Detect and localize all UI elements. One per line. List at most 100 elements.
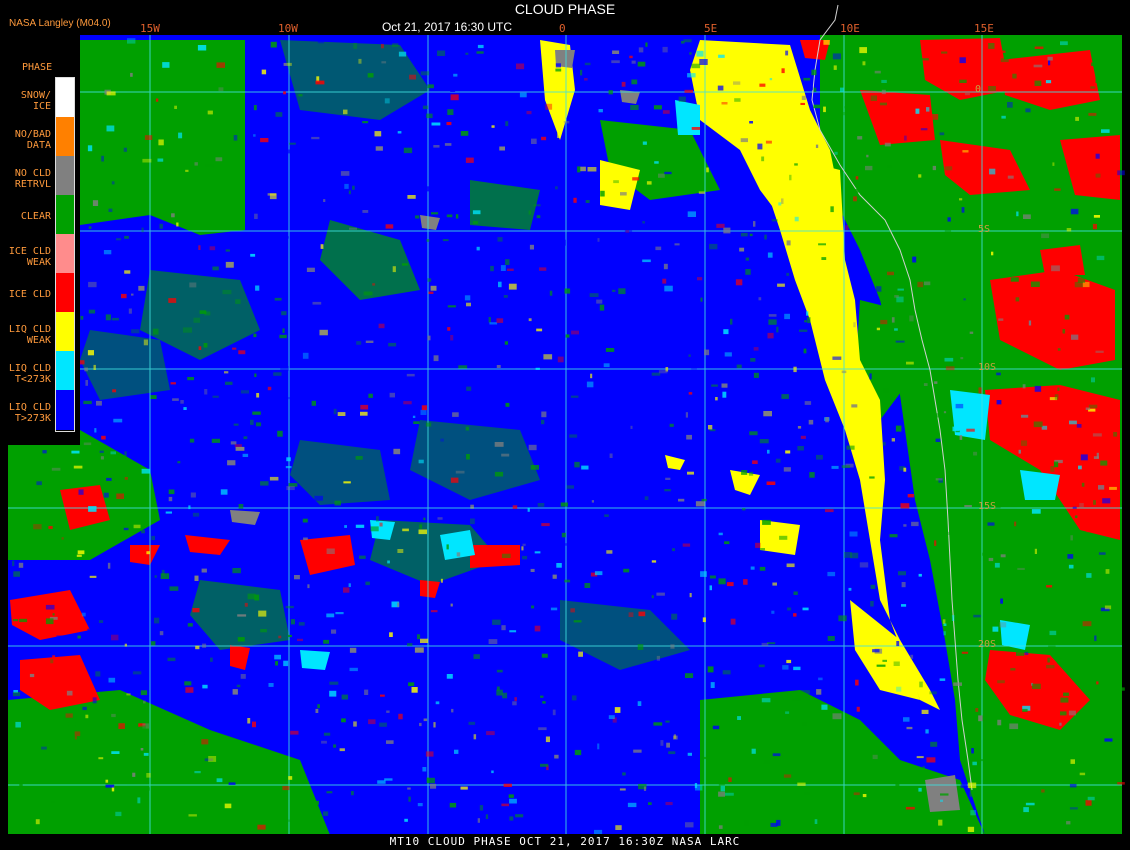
speckle [574,749,582,756]
speckle [206,203,213,206]
speckle [895,340,905,343]
speckle [319,329,328,336]
speckle [1075,515,1078,519]
speckle [1051,265,1060,272]
speckle [594,571,603,576]
speckle [599,304,605,311]
speckle [1060,711,1067,716]
speckle [555,68,562,72]
speckle [349,227,357,230]
speckle [612,50,620,54]
speckle [140,690,148,696]
speckle [697,277,703,281]
speckle [934,381,938,384]
speckle [1022,384,1026,389]
speckle [536,328,543,332]
speckle [218,87,224,92]
speckle [512,505,518,509]
speckle [564,288,571,294]
speckle [541,523,550,527]
speckle [465,740,473,745]
speckle [940,97,945,102]
speckle [935,478,943,481]
speckle [781,394,789,399]
speckle [527,507,530,512]
speckle [960,357,964,360]
speckle [108,208,113,212]
speckle [872,754,878,760]
speckle [303,537,308,541]
speckle [192,608,200,613]
speckle [1067,554,1074,559]
speckle [552,574,557,579]
speckle [818,243,826,246]
speckle [446,544,449,550]
speckle [1091,62,1096,66]
speckle [901,582,906,588]
speckle [415,215,420,219]
speckle [333,744,337,748]
speckle [930,741,938,747]
speckle [13,553,17,557]
speckle [417,803,423,807]
speckle [509,630,517,633]
speckle [93,364,96,370]
speckle [194,575,199,581]
speckle [267,193,277,196]
speckle [112,389,117,393]
speckle [154,617,160,624]
speckle [198,346,202,350]
speckle [620,192,627,196]
speckle [894,328,898,331]
speckle [353,721,357,727]
speckle [509,816,514,821]
speckle [51,800,55,804]
speckle [258,610,267,617]
speckle [853,792,860,796]
speckle [997,680,1005,684]
speckle [1031,509,1041,514]
speckle [597,238,600,242]
speckle [1033,421,1043,428]
speckle [571,695,577,701]
speckle [1069,783,1077,788]
speckle [107,562,111,569]
speckle [867,412,876,416]
speckle [721,102,728,105]
speckle [584,78,588,81]
speckle [127,38,136,44]
speckle [323,199,326,202]
speckle [903,467,907,472]
speckle [888,61,893,65]
speckle [294,575,300,580]
speckle [903,717,910,722]
speckle [966,371,974,374]
speckle [754,810,761,815]
speckle [385,224,394,229]
speckle [561,532,566,538]
speckle [608,715,615,719]
speckle [580,69,583,76]
speckle [440,438,444,442]
speckle [115,811,122,817]
speckle [282,786,290,791]
speckle [989,168,996,175]
speckle [283,91,286,95]
speckle [621,81,626,87]
speckle [557,132,561,138]
speckle [991,251,994,256]
speckle [505,121,509,127]
speckle [427,335,431,341]
speckle [761,642,769,647]
speckle [167,657,176,662]
speckle [959,57,966,64]
speckle [827,571,836,577]
speckle [793,666,801,671]
speckle [580,166,586,172]
speckle [489,322,498,325]
speckle [1007,175,1014,179]
speckle [1096,255,1105,261]
speckle [206,105,212,110]
speckle [1070,535,1073,541]
speckle [92,697,97,704]
